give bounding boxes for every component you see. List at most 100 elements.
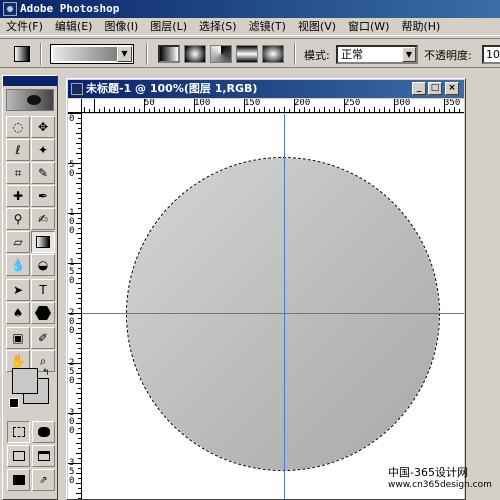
canvas[interactable] bbox=[82, 114, 464, 499]
custom-shape-tool[interactable] bbox=[31, 302, 55, 324]
document-title-bar[interactable]: 未标题-1 @ 100%(图层 1,RGB) _ □ × bbox=[68, 80, 464, 98]
ruler-tick bbox=[169, 109, 170, 112]
pen-tool[interactable]: ♠ bbox=[6, 302, 30, 324]
watermark-title: 中国-365设计网 bbox=[388, 466, 468, 479]
app-title: Adobe Photoshop bbox=[20, 2, 120, 15]
standard-mode-button[interactable] bbox=[7, 421, 30, 443]
default-colors-icon[interactable] bbox=[9, 398, 19, 408]
ruler-tick bbox=[449, 109, 450, 112]
chevron-down-icon[interactable]: ▼ bbox=[402, 47, 416, 62]
ruler-tick bbox=[199, 109, 200, 112]
ruler-tick bbox=[78, 268, 81, 269]
full-screen-button[interactable] bbox=[7, 469, 30, 491]
gradient-picker[interactable]: ▼ bbox=[50, 44, 134, 64]
ruler-tick bbox=[78, 278, 81, 279]
menu-layer[interactable]: 图层(L) bbox=[144, 18, 193, 36]
maximize-button[interactable]: □ bbox=[428, 82, 442, 95]
jump-to-imageready-button[interactable]: ⇗ bbox=[32, 469, 55, 491]
adobe-eye-logo-icon[interactable] bbox=[6, 89, 54, 111]
foreground-color-swatch[interactable] bbox=[12, 368, 38, 394]
path-selection-tool[interactable]: ➤ bbox=[6, 279, 30, 301]
vertical-guide[interactable] bbox=[284, 114, 285, 499]
standard-screen-button[interactable] bbox=[7, 445, 30, 467]
dodge-tool[interactable]: ◒ bbox=[31, 254, 55, 276]
ruler-tick bbox=[439, 109, 440, 112]
ruler-tick bbox=[444, 99, 445, 112]
ruler-tick bbox=[284, 107, 285, 112]
healing-brush-tool[interactable]: ✚ bbox=[6, 185, 30, 207]
marquee-icon: ◌ bbox=[12, 120, 24, 134]
menu-help[interactable]: 帮助(H) bbox=[395, 18, 446, 36]
reflected-gradient-button[interactable] bbox=[236, 45, 258, 63]
menu-image[interactable]: 图像(I) bbox=[98, 18, 144, 36]
vertical-ruler[interactable]: 0 5 0 1 0 0 1 5 0 2 0 0 2 5 0 3 0 0 3 5 … bbox=[68, 113, 82, 499]
ruler-tick bbox=[179, 109, 180, 112]
linear-gradient-button[interactable] bbox=[158, 45, 180, 63]
water-drop-icon: 💧 bbox=[10, 258, 26, 272]
ruler-tick bbox=[78, 238, 81, 239]
ruler-tick bbox=[144, 99, 145, 112]
ruler-origin[interactable] bbox=[68, 99, 82, 113]
notes-tool[interactable]: ▣ bbox=[6, 327, 30, 349]
opacity-label: 不透明度: bbox=[424, 49, 472, 62]
full-screen-menu-icon bbox=[37, 451, 50, 461]
toolbox-title-bar[interactable] bbox=[3, 76, 57, 86]
clone-stamp-tool[interactable]: ⚲ bbox=[6, 208, 30, 230]
lasso-tool[interactable]: ℓ bbox=[6, 139, 30, 161]
blend-mode-select[interactable]: 正常 ▼ bbox=[336, 45, 418, 64]
menu-filter[interactable]: 滤镜(T) bbox=[243, 18, 292, 36]
ruler-tick bbox=[68, 113, 81, 114]
eyedropper-tool[interactable]: ✐ bbox=[31, 327, 55, 349]
magic-wand-tool[interactable]: ✦ bbox=[31, 139, 55, 161]
ruler-label: 250 bbox=[344, 99, 361, 108]
ruler-tick bbox=[78, 198, 81, 199]
opacity-input[interactable]: 100 bbox=[482, 45, 500, 64]
swap-colors-icon[interactable]: ↰ bbox=[42, 368, 50, 378]
marquee-tool[interactable]: ◌ bbox=[6, 116, 30, 138]
angle-gradient-button[interactable] bbox=[210, 45, 232, 63]
minimize-button[interactable]: _ bbox=[412, 82, 426, 95]
type-icon: T bbox=[39, 283, 47, 297]
ruler-tick bbox=[109, 109, 110, 112]
ruler-tick bbox=[76, 193, 81, 194]
tool-preset-icon[interactable] bbox=[14, 46, 30, 62]
chevron-down-icon[interactable]: ▼ bbox=[117, 46, 132, 62]
ruler-tick bbox=[399, 109, 400, 112]
ruler-tick bbox=[78, 468, 81, 469]
full-screen-menu-button[interactable] bbox=[32, 445, 55, 467]
menu-view[interactable]: 视图(V) bbox=[292, 18, 342, 36]
ruler-tick bbox=[369, 109, 370, 112]
ruler-tick bbox=[139, 109, 140, 112]
menu-window[interactable]: 窗口(W) bbox=[342, 18, 395, 36]
ruler-tick bbox=[234, 107, 235, 112]
selection-marquee[interactable] bbox=[126, 157, 440, 471]
ruler-label: 200 bbox=[294, 99, 311, 108]
menu-file[interactable]: 文件(F) bbox=[0, 18, 49, 36]
horizontal-ruler[interactable]: 50 100 150 200 250 300 350 bbox=[82, 99, 464, 113]
horizontal-guide[interactable] bbox=[82, 313, 464, 314]
eraser-tool[interactable]: ▱ bbox=[6, 231, 30, 253]
ruler-tick bbox=[76, 273, 81, 274]
ruler-tick bbox=[174, 107, 175, 112]
menu-select[interactable]: 选择(S) bbox=[193, 18, 243, 36]
menu-edit[interactable]: 编辑(E) bbox=[49, 18, 99, 36]
slice-tool[interactable]: ✎ bbox=[31, 162, 55, 184]
ruler-label: 100 bbox=[194, 99, 211, 108]
radial-gradient-button[interactable] bbox=[184, 45, 206, 63]
type-tool[interactable]: T bbox=[31, 279, 55, 301]
gradient-tool[interactable] bbox=[31, 231, 55, 253]
ruler-tick bbox=[68, 163, 81, 164]
ruler-tick bbox=[159, 109, 160, 112]
ruler-tick bbox=[219, 109, 220, 112]
move-tool[interactable]: ✥ bbox=[31, 116, 55, 138]
slice-icon: ✎ bbox=[37, 166, 49, 180]
quick-mask-button[interactable] bbox=[32, 421, 55, 443]
brush-tool[interactable]: ✒ bbox=[31, 185, 55, 207]
diamond-gradient-button[interactable] bbox=[262, 45, 284, 63]
history-brush-tool[interactable]: ✍ bbox=[31, 208, 55, 230]
ruler-tick bbox=[78, 368, 81, 369]
crop-tool[interactable]: ⌗ bbox=[6, 162, 30, 184]
blur-tool[interactable]: 💧 bbox=[6, 254, 30, 276]
close-button[interactable]: × bbox=[445, 82, 459, 95]
ruler-tick bbox=[76, 353, 81, 354]
